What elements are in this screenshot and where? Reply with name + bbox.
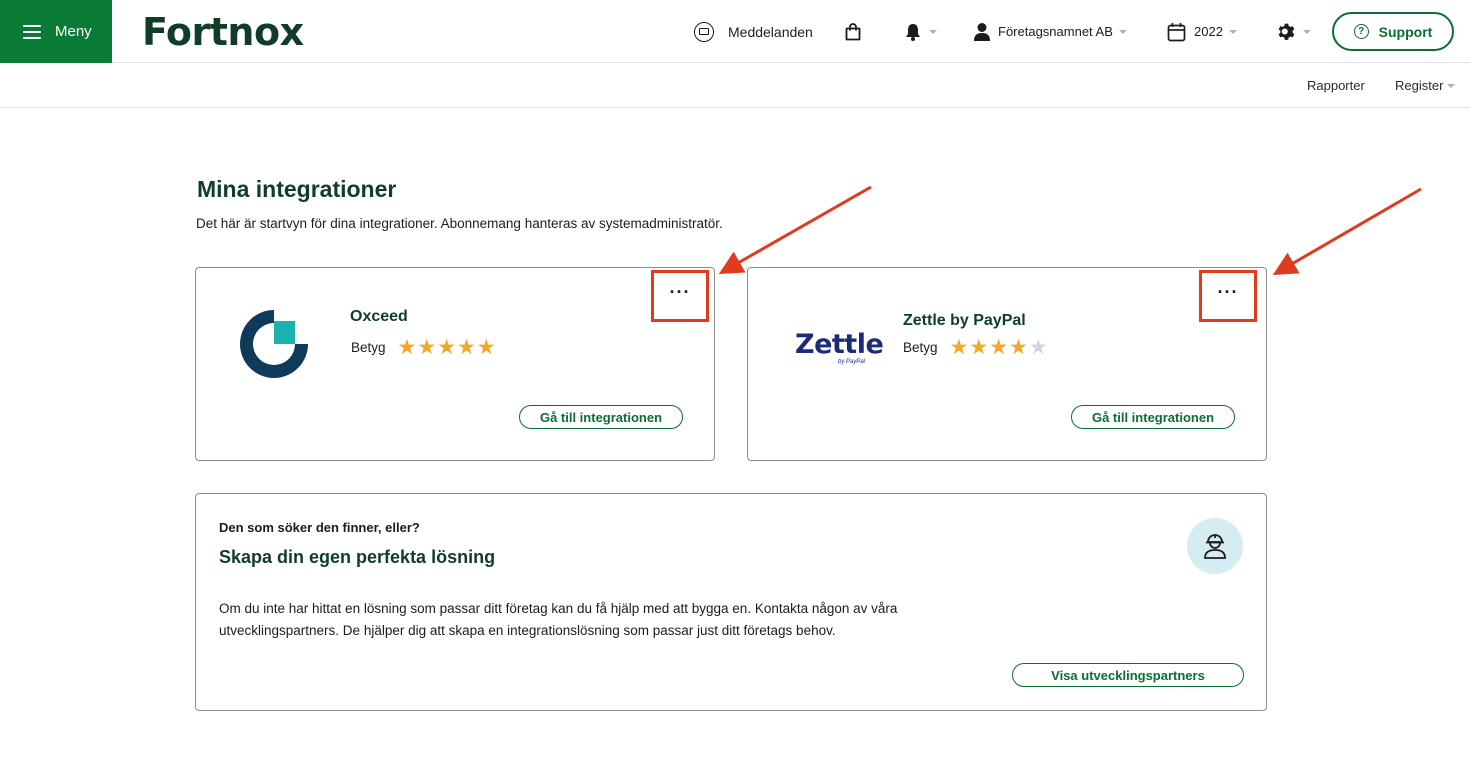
star-filled-icon: ★ [969,336,989,359]
star-filled-icon: ★ [476,336,496,359]
message-icon [694,21,714,42]
integration-name: Oxceed [350,308,408,325]
star-rating: ★ ★ ★ ★ ★ [398,337,497,358]
year-selector[interactable]: 2022 [1167,0,1237,63]
chevron-down-icon [1303,29,1311,34]
rating-row: Betyg ★ ★ ★ ★ ★ [903,337,1049,358]
star-filled-icon: ★ [437,336,457,359]
messages-link[interactable]: Meddelanden [694,0,813,63]
more-options-label: ··· [1217,281,1239,302]
reports-link[interactable]: Rapporter [1307,78,1365,93]
star-filled-icon: ★ [397,336,417,359]
zettle-logo: Zettle by PayPal [795,329,884,366]
chevron-down-icon [1447,83,1456,88]
bell-icon [906,23,920,41]
promo-title: Skapa din egen perfekta lösning [219,547,496,567]
more-options-button[interactable]: ··· [651,270,709,322]
integration-card-oxceed: Oxceed Betyg ★ ★ ★ ★ ★ ··· Gå till integrati… [195,267,715,461]
menu-button[interactable]: Meny [0,0,112,63]
support-label: Support [1378,23,1433,40]
annotation-arrow-1 [718,185,872,274]
messages-label: Meddelanden [728,23,813,40]
bag-button[interactable] [843,0,863,63]
reports-label: Rapporter [1307,78,1365,93]
chevron-down-icon [1118,29,1127,34]
sub-navigation: Rapporter Register [0,63,1470,108]
star-empty-icon: ★ [1028,336,1048,359]
promo-text: Om du inte har hittat en lösning som pas… [219,601,898,638]
menu-label: Meny [55,23,92,40]
notifications-button[interactable] [903,0,937,63]
fortnox-logo[interactable]: Fortnox [142,10,304,54]
worker-icon [1187,518,1243,574]
year-label: 2022 [1194,24,1223,39]
star-filled-icon: ★ [1009,336,1028,359]
top-bar: Meny Fortnox Meddelanden Företagsnamnet … [0,0,1470,63]
show-partners-label: Visa utvecklingspartners [1051,667,1205,683]
hamburger-icon [23,24,41,39]
chevron-down-icon [929,29,937,34]
support-button[interactable]: ? Support [1332,12,1454,51]
rating-label: Betyg [903,340,938,355]
question-icon: ? [1353,24,1369,39]
rating-row: Betyg ★ ★ ★ ★ ★ [351,337,497,358]
star-filled-icon: ★ [457,336,476,359]
star-filled-icon: ★ [417,336,437,359]
user-icon [974,22,990,41]
bag-icon [845,22,861,40]
register-menu[interactable]: Register [1395,78,1456,93]
more-options-button[interactable]: ··· [1199,270,1257,322]
integration-name: Zettle by PayPal [903,312,1026,329]
company-selector[interactable]: Företagsnamnet AB [973,0,1127,63]
annotation-arrow-2 [1272,187,1422,276]
star-rating: ★ ★ ★ ★ ★ [950,337,1049,358]
chevron-down-icon [1228,29,1237,34]
promo-kicker: Den som söker den finner, eller? [219,520,420,535]
go-to-integration-button[interactable]: Gå till integrationen [1071,405,1235,429]
go-to-integration-label: Gå till integrationen [539,409,663,425]
page-title: Mina integrationer [197,176,397,202]
go-to-integration-label: Gå till integrationen [1091,409,1215,425]
company-label: Företagsnamnet AB [998,24,1113,39]
more-options-label: ··· [669,281,691,302]
star-filled-icon: ★ [949,336,969,359]
show-partners-button[interactable]: Visa utvecklingspartners [1012,663,1244,687]
page-description: Det här är startvyn för dina integration… [196,216,723,231]
integration-card-zettle: Zettle by PayPal Zettle by PayPal Betyg … [747,267,1267,461]
star-filled-icon: ★ [989,336,1009,359]
partners-promo-card: Den som söker den finner, eller? Skapa d… [195,493,1267,711]
gear-icon [1278,23,1295,40]
zettle-logo-word: Zettle [795,329,884,360]
register-label: Register [1395,78,1444,93]
calendar-icon [1167,22,1186,41]
settings-button[interactable] [1276,0,1311,63]
oxceed-logo-icon [240,310,308,378]
rating-label: Betyg [351,340,386,355]
go-to-integration-button[interactable]: Gå till integrationen [519,405,683,429]
